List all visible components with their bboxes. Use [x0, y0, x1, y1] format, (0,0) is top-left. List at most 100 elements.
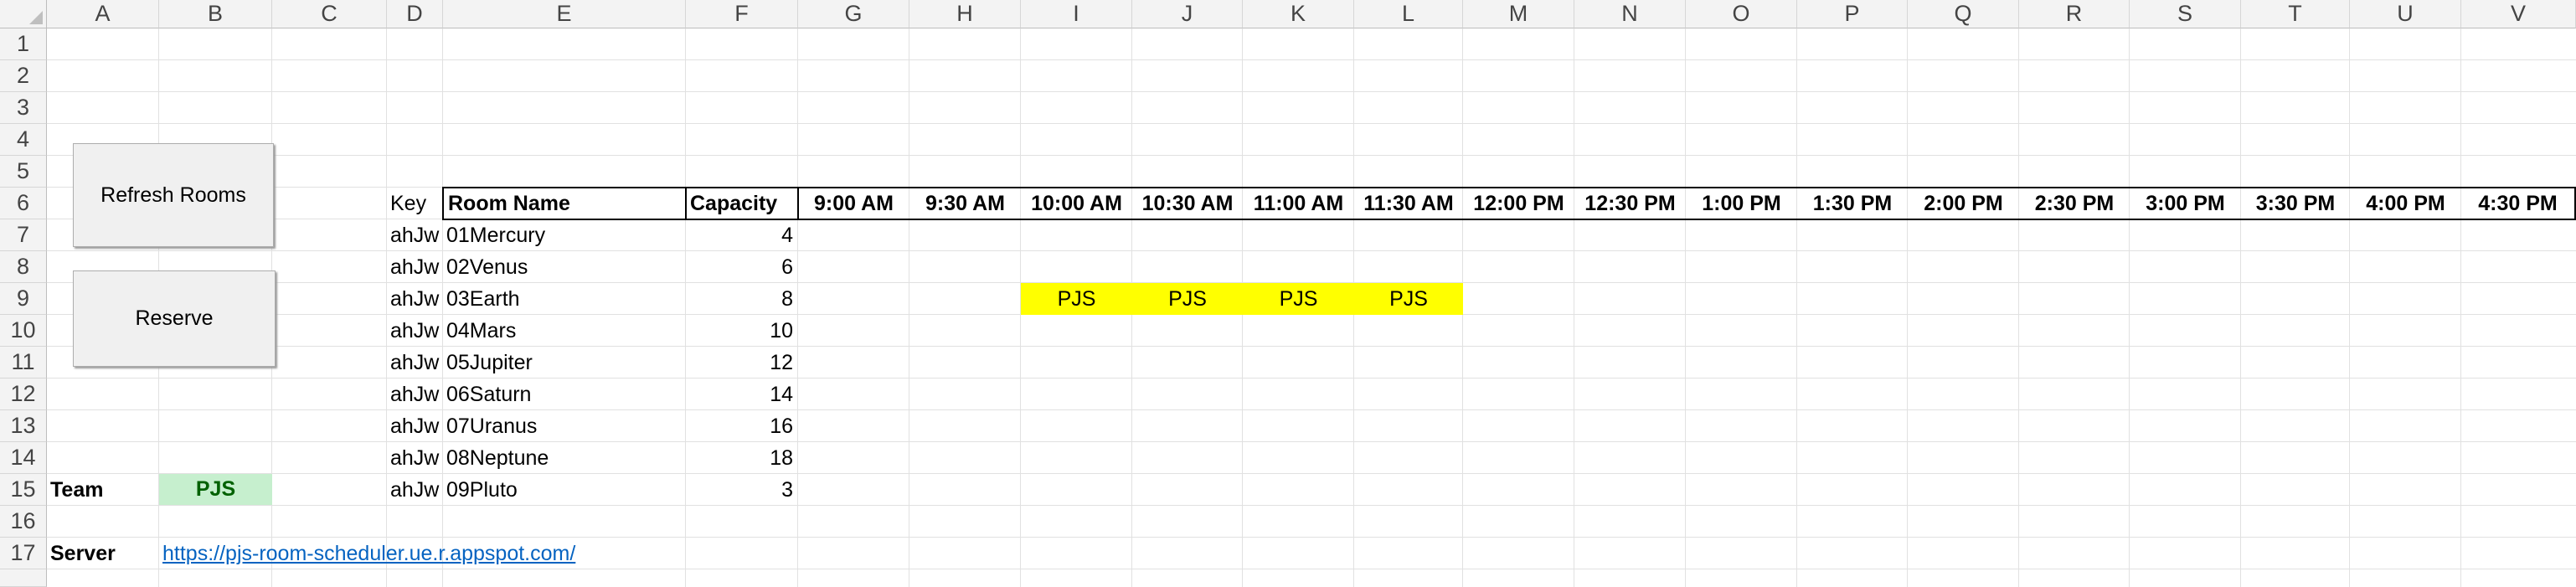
column-header-l[interactable]: L	[1354, 0, 1463, 28]
time-header[interactable]: 12:00 PM	[1463, 188, 1574, 219]
server-url-link[interactable]: https://pjs-room-scheduler.ue.r.appspot.…	[159, 538, 662, 569]
room-name[interactable]: 02Venus	[443, 251, 686, 283]
row-header-9[interactable]: 9	[0, 283, 47, 315]
booking-cell[interactable]: PJS	[1132, 283, 1243, 315]
server-label[interactable]: Server	[47, 538, 159, 569]
room-key[interactable]: ahJw	[387, 442, 443, 474]
time-header[interactable]: 10:30 AM	[1132, 188, 1243, 219]
room-key[interactable]: ahJw	[387, 315, 443, 347]
time-header[interactable]: 2:00 PM	[1908, 188, 2019, 219]
column-header-a[interactable]: A	[47, 0, 159, 28]
column-header-n[interactable]: N	[1574, 0, 1686, 28]
column-header-q[interactable]: Q	[1908, 0, 2019, 28]
row-header-4[interactable]: 4	[0, 124, 47, 156]
header-key[interactable]: Key	[387, 188, 443, 219]
column-header-j[interactable]: J	[1132, 0, 1243, 28]
column-header-d[interactable]: D	[387, 0, 443, 28]
column-header-r[interactable]: R	[2019, 0, 2130, 28]
room-capacity[interactable]: 3	[686, 474, 798, 506]
time-header[interactable]: 3:30 PM	[2241, 188, 2350, 219]
column-header-o[interactable]: O	[1686, 0, 1797, 28]
column-header-h[interactable]: H	[909, 0, 1021, 28]
row-header-7[interactable]: 7	[0, 219, 47, 251]
team-value-cell[interactable]: PJS	[159, 474, 272, 505]
booking-cell[interactable]: PJS	[1021, 283, 1132, 315]
reserve-button[interactable]: Reserve	[73, 270, 276, 367]
gridline-v	[2349, 28, 2350, 587]
column-header-i[interactable]: I	[1021, 0, 1132, 28]
row-header-14[interactable]: 14	[0, 442, 47, 474]
row-header-13[interactable]: 13	[0, 410, 47, 442]
row-header-6[interactable]: 6	[0, 188, 47, 219]
row-header-12[interactable]: 12	[0, 378, 47, 410]
time-header[interactable]: 10:00 AM	[1021, 188, 1132, 219]
column-header-t[interactable]: T	[2241, 0, 2350, 28]
team-label[interactable]: Team	[47, 474, 159, 506]
column-header-p[interactable]: P	[1797, 0, 1908, 28]
gridline-v	[2129, 28, 2130, 587]
column-header-s[interactable]: S	[2130, 0, 2241, 28]
time-header[interactable]: 4:30 PM	[2461, 188, 2574, 219]
time-header[interactable]: 2:30 PM	[2019, 188, 2130, 219]
room-capacity[interactable]: 14	[686, 378, 798, 410]
room-name[interactable]: 08Neptune	[443, 442, 686, 474]
time-header[interactable]: 1:00 PM	[1686, 188, 1797, 219]
refresh-rooms-button[interactable]: Refresh Rooms	[73, 143, 274, 247]
room-name[interactable]: 06Saturn	[443, 378, 686, 410]
row-header-16[interactable]: 16	[0, 506, 47, 538]
room-key[interactable]: ahJw	[387, 347, 443, 378]
room-name[interactable]: 09Pluto	[443, 474, 686, 506]
room-key[interactable]: ahJw	[387, 474, 443, 506]
room-capacity[interactable]: 6	[686, 251, 798, 283]
time-header[interactable]: 9:30 AM	[909, 188, 1021, 219]
time-header[interactable]: 9:00 AM	[798, 188, 909, 219]
room-capacity[interactable]: 12	[686, 347, 798, 378]
column-header-v[interactable]: V	[2461, 0, 2576, 28]
row-header-5[interactable]: 5	[0, 156, 47, 188]
column-header-c[interactable]: C	[272, 0, 387, 28]
time-header[interactable]: 4:00 PM	[2350, 188, 2461, 219]
row-header-17[interactable]: 17	[0, 538, 47, 569]
room-key[interactable]: ahJw	[387, 378, 443, 410]
time-header[interactable]: 11:00 AM	[1243, 188, 1354, 219]
room-key[interactable]: ahJw	[387, 283, 443, 315]
header-room-name[interactable]: Room Name	[445, 188, 685, 219]
room-name[interactable]: 03Earth	[443, 283, 686, 315]
column-header-m[interactable]: M	[1463, 0, 1574, 28]
room-name[interactable]: 04Mars	[443, 315, 686, 347]
column-header-u[interactable]: U	[2350, 0, 2461, 28]
column-header-k[interactable]: K	[1243, 0, 1354, 28]
time-header[interactable]: 3:00 PM	[2130, 188, 2241, 219]
row-header-1[interactable]: 1	[0, 28, 47, 60]
row-header-2[interactable]: 2	[0, 60, 47, 92]
column-header-e[interactable]: E	[443, 0, 686, 28]
row-header-10[interactable]: 10	[0, 315, 47, 347]
room-capacity[interactable]: 4	[686, 219, 798, 251]
room-capacity[interactable]: 8	[686, 283, 798, 315]
column-header-b[interactable]: B	[159, 0, 272, 28]
select-all-corner[interactable]	[0, 0, 47, 28]
row-header-8[interactable]: 8	[0, 251, 47, 283]
room-capacity[interactable]: 16	[686, 410, 798, 442]
room-capacity[interactable]: 10	[686, 315, 798, 347]
column-header-f[interactable]: F	[686, 0, 798, 28]
row-header-11[interactable]: 11	[0, 347, 47, 378]
row-header-15[interactable]: 15	[0, 474, 47, 506]
room-key[interactable]: ahJw	[387, 410, 443, 442]
room-name[interactable]: 05Jupiter	[443, 347, 686, 378]
header-capacity[interactable]: Capacity	[687, 188, 797, 219]
room-key[interactable]: ahJw	[387, 219, 443, 251]
booking-cell[interactable]: PJS	[1354, 283, 1463, 315]
room-key[interactable]: ahJw	[387, 251, 443, 283]
time-header[interactable]: 12:30 PM	[1574, 188, 1686, 219]
time-header[interactable]: 11:30 AM	[1354, 188, 1463, 219]
column-header-g[interactable]: G	[798, 0, 909, 28]
booking-cell[interactable]: PJS	[1243, 283, 1354, 315]
room-name[interactable]: 07Uranus	[443, 410, 686, 442]
room-capacity[interactable]: 18	[686, 442, 798, 474]
gridline-h	[47, 155, 2576, 156]
row-header-18-partial[interactable]	[0, 569, 47, 587]
time-header[interactable]: 1:30 PM	[1797, 188, 1908, 219]
row-header-3[interactable]: 3	[0, 92, 47, 124]
room-name[interactable]: 01Mercury	[443, 219, 686, 251]
